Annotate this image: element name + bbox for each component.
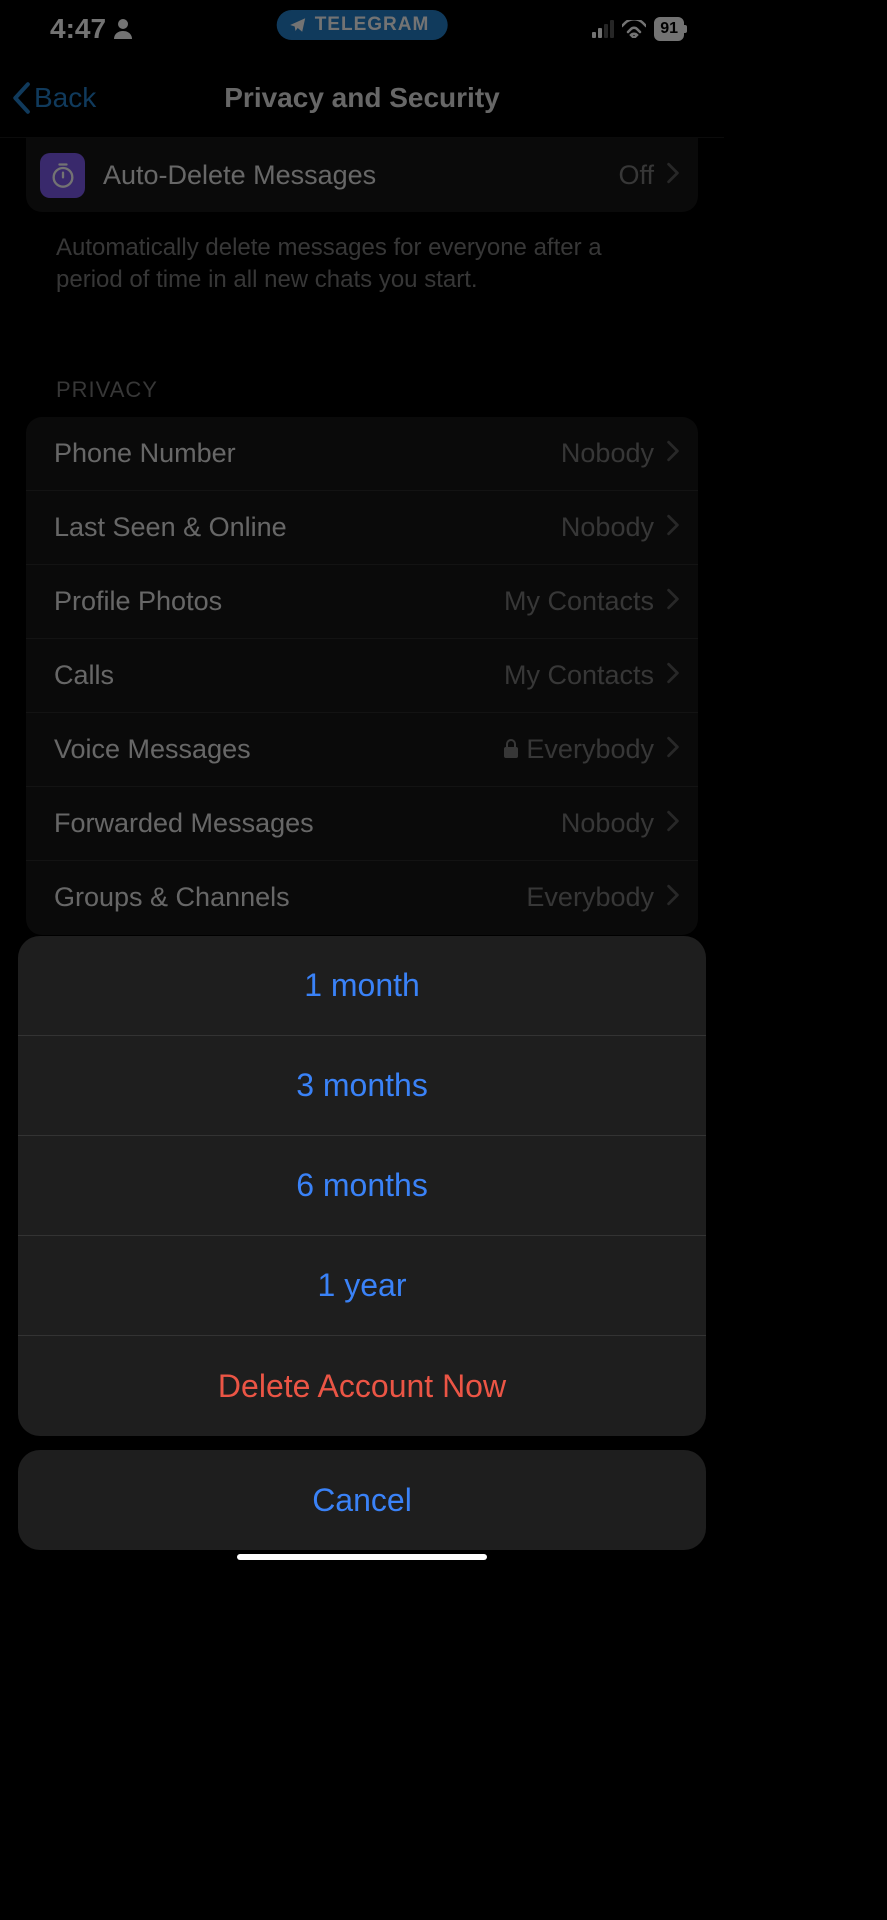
action-sheet-option[interactable]: 3 months: [18, 1036, 706, 1136]
action-sheet-option[interactable]: 1 month: [18, 936, 706, 1036]
action-sheet-group: 1 month3 months6 months1 yearDelete Acco…: [18, 936, 706, 1436]
action-sheet-option[interactable]: 1 year: [18, 1236, 706, 1336]
action-sheet: 1 month3 months6 months1 yearDelete Acco…: [18, 936, 706, 1550]
home-indicator[interactable]: [237, 1554, 487, 1560]
cancel-button[interactable]: Cancel: [18, 1450, 706, 1550]
delete-account-now-button[interactable]: Delete Account Now: [18, 1336, 706, 1436]
action-sheet-option[interactable]: 6 months: [18, 1136, 706, 1236]
